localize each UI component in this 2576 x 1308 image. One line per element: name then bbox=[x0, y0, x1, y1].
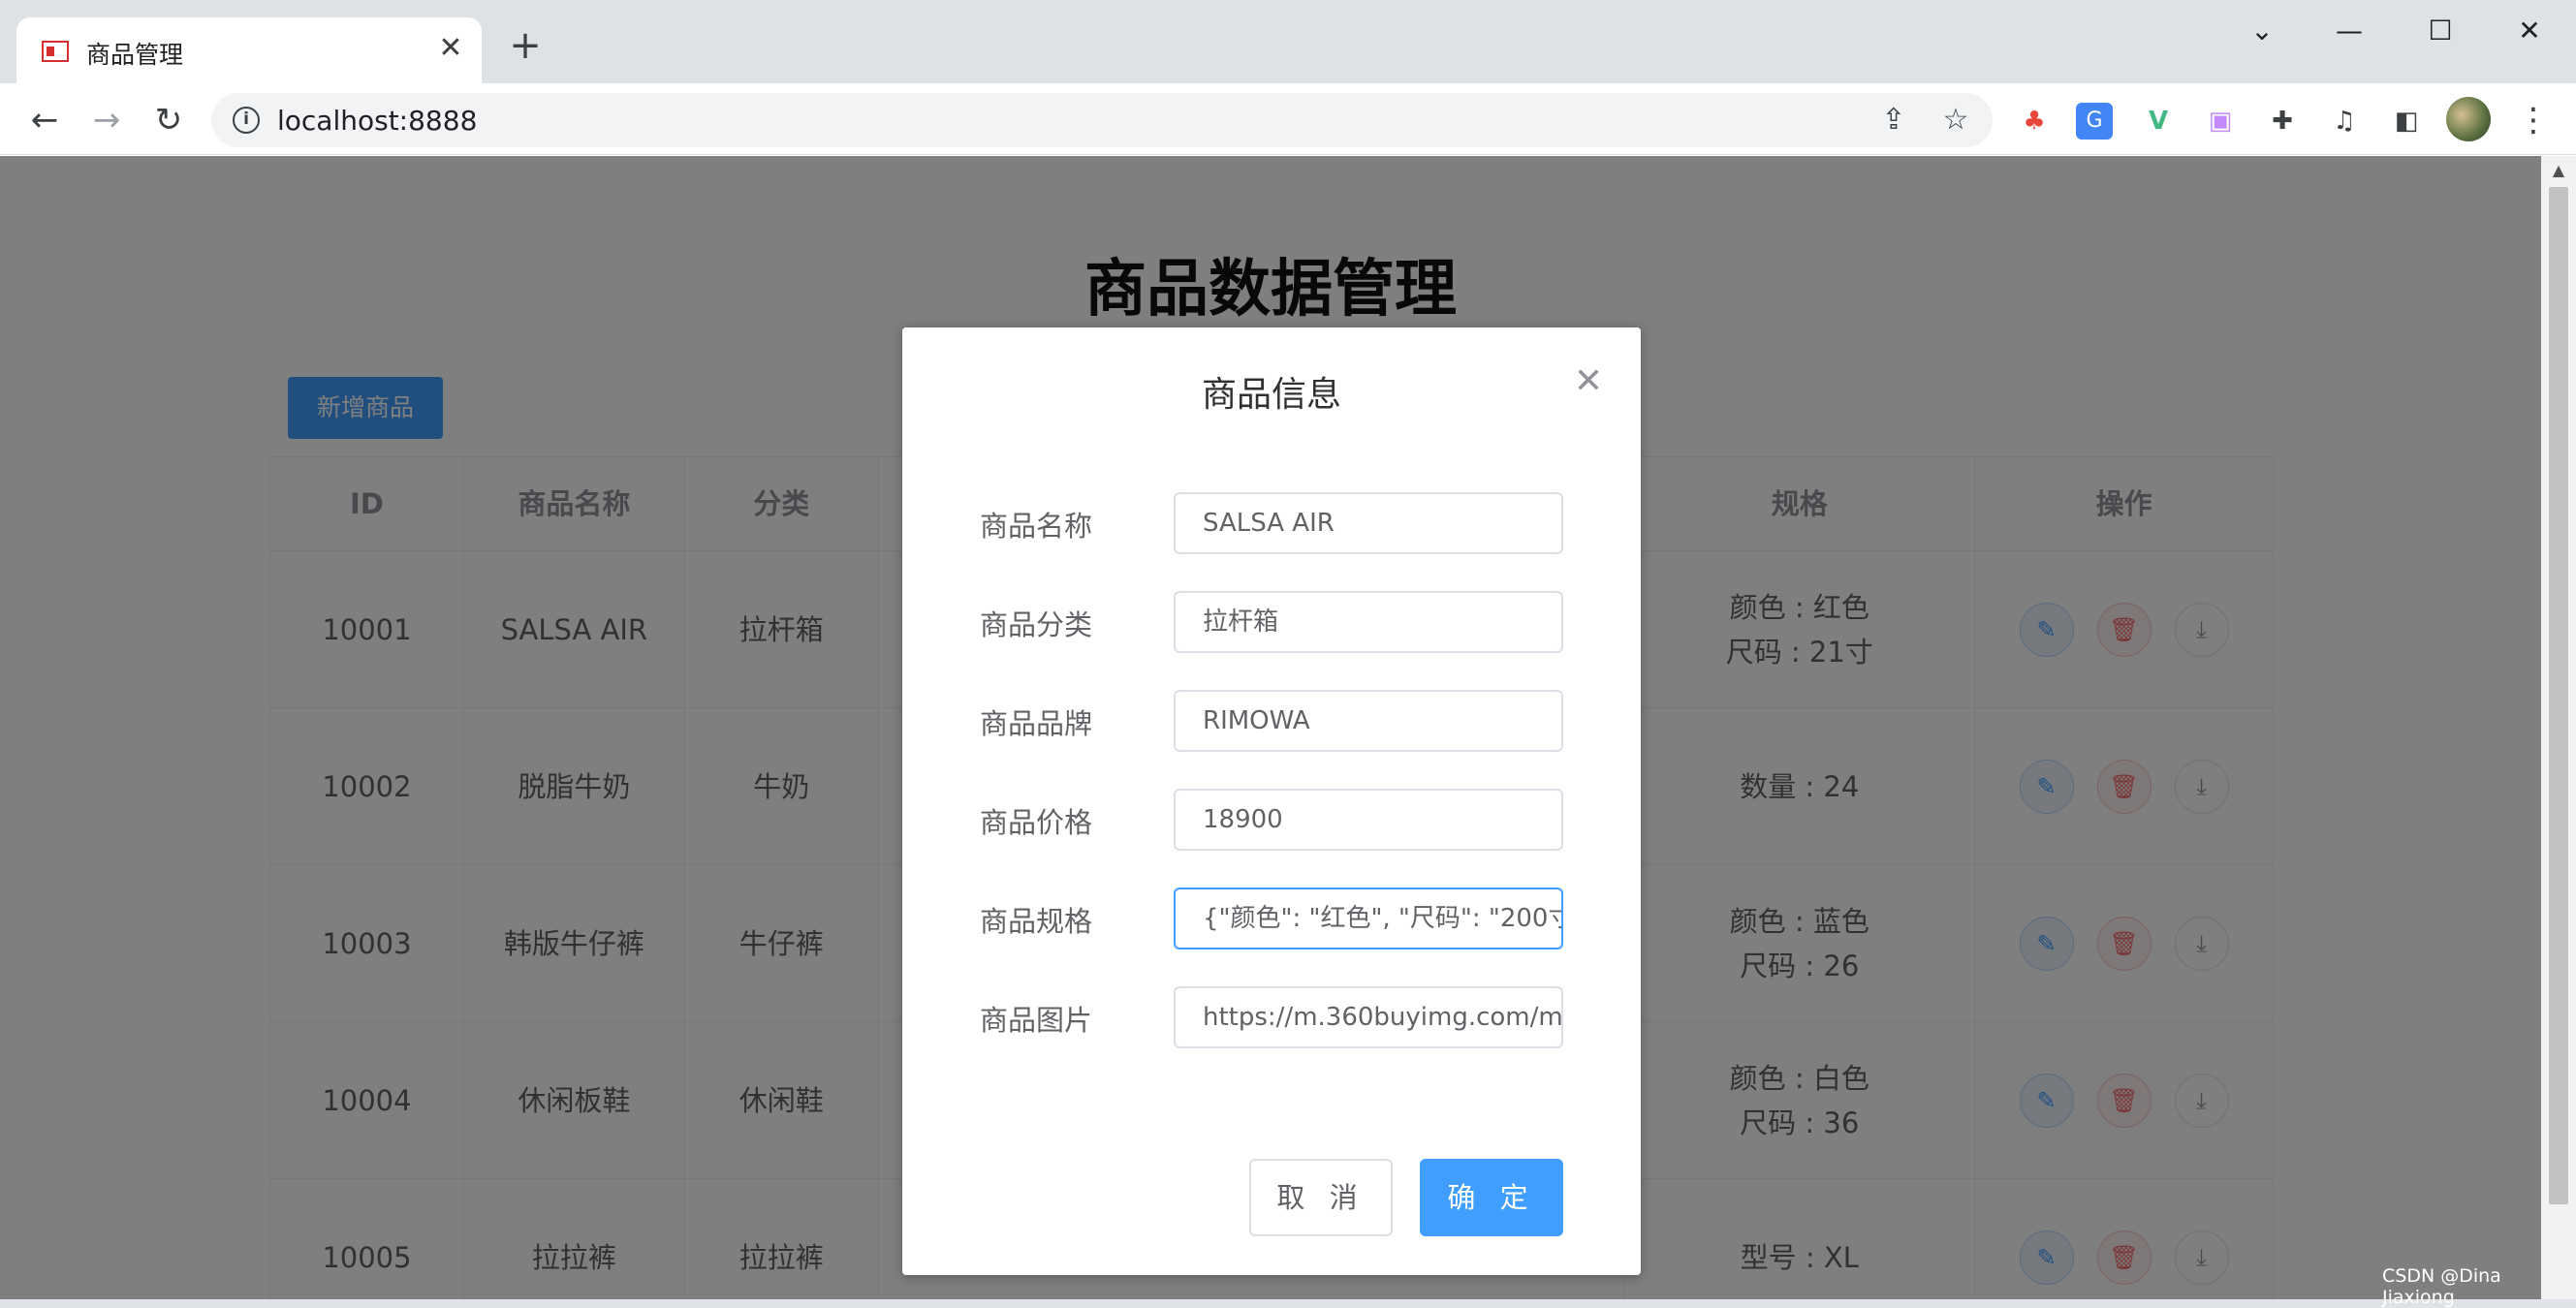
media-control-icon[interactable]: ♫ bbox=[2326, 103, 2363, 140]
product-category-input[interactable]: 拉杆箱 bbox=[1174, 591, 1563, 653]
reload-button[interactable]: ↻ bbox=[147, 99, 190, 141]
browser-menu-icon[interactable]: ⋮ bbox=[2516, 99, 2551, 141]
product-spec-input[interactable]: {"颜色": "红色", "尺码": "200寸 bbox=[1174, 888, 1563, 950]
form-row-spec: 商品规格 {"颜色": "红色", "尺码": "200寸 bbox=[902, 888, 1641, 951]
close-icon[interactable]: ✕ bbox=[1569, 362, 1608, 401]
google-translate-icon[interactable]: G bbox=[2076, 103, 2113, 140]
form-row-category: 商品分类 拉杆箱 bbox=[902, 591, 1641, 655]
scroll-thumb[interactable] bbox=[2549, 187, 2568, 1204]
form-label: 商品品牌 bbox=[980, 707, 1093, 740]
bookmark-star-icon[interactable]: ☆ bbox=[1938, 103, 1973, 138]
minimize-button[interactable]: — bbox=[2320, 12, 2378, 50]
profile-avatar[interactable] bbox=[2446, 97, 2491, 141]
tab-close-icon[interactable]: ✕ bbox=[433, 31, 468, 66]
browser-tab[interactable]: 商品管理 ✕ bbox=[16, 17, 482, 83]
form-row-price: 商品价格 18900 bbox=[902, 789, 1641, 853]
dialog-title: 商品信息 bbox=[1201, 375, 1341, 415]
close-window-button[interactable]: ✕ bbox=[2500, 12, 2559, 50]
back-button[interactable]: ← bbox=[23, 99, 66, 141]
product-info-dialog: 商品信息 ✕ 商品名称 SALSA AIR 商品分类 拉杆箱 商品品牌 RIMO… bbox=[902, 327, 1641, 1275]
product-name-input[interactable]: SALSA AIR bbox=[1174, 492, 1563, 554]
form-label: 商品规格 bbox=[980, 905, 1093, 938]
forward-button[interactable]: → bbox=[85, 99, 128, 141]
spec-input-text: {"颜色": "红色", "尺码": "200寸 bbox=[1203, 904, 1563, 933]
product-brand-input[interactable]: RIMOWA bbox=[1174, 690, 1563, 752]
site-info-icon[interactable]: i bbox=[233, 107, 260, 134]
browser-window: 商品管理 ✕ + ⌄ — ☐ ✕ ← → ↻ i localhost:8888 … bbox=[0, 0, 2576, 1308]
browser-toolbar: ← → ↻ i localhost:8888 ⇪ ☆ ♣ G V ▣ ✚ ♫ ◧… bbox=[0, 83, 2576, 155]
form-row-brand: 商品品牌 RIMOWA bbox=[902, 690, 1641, 754]
form-label: 商品价格 bbox=[980, 806, 1093, 839]
title-bar: 商品管理 ✕ + ⌄ — ☐ ✕ bbox=[0, 0, 2576, 83]
form-label: 商品分类 bbox=[980, 608, 1093, 641]
vue-devtools-icon[interactable]: V bbox=[2140, 103, 2177, 140]
tab-title: 商品管理 bbox=[86, 41, 184, 69]
tab-search-icon[interactable]: ⌄ bbox=[2233, 12, 2291, 50]
share-icon[interactable]: ⇪ bbox=[1876, 103, 1911, 138]
url-text[interactable]: localhost:8888 bbox=[277, 105, 477, 137]
form-row-name: 商品名称 SALSA AIR bbox=[902, 492, 1641, 556]
new-tab-button[interactable]: + bbox=[506, 26, 545, 66]
extensions-puzzle-icon[interactable]: ✚ bbox=[2264, 103, 2301, 140]
form-label: 商品名称 bbox=[980, 510, 1093, 543]
cancel-button[interactable]: 取 消 bbox=[1249, 1159, 1393, 1236]
scroll-up-icon[interactable]: ▲ bbox=[2541, 156, 2576, 185]
side-panel-icon[interactable]: ◧ bbox=[2388, 103, 2425, 140]
maximize-button[interactable]: ☐ bbox=[2411, 12, 2469, 50]
product-image-input[interactable]: https://m.360buyimg.com/mol bbox=[1174, 986, 1563, 1048]
extension-sitemap-icon[interactable]: ♣ bbox=[2016, 103, 2053, 140]
favicon-icon bbox=[42, 41, 69, 62]
address-bar[interactable]: i localhost:8888 ⇪ ☆ bbox=[211, 93, 1993, 147]
form-label: 商品图片 bbox=[980, 1004, 1093, 1037]
extension-download-icon[interactable]: ▣ bbox=[2202, 103, 2239, 140]
product-price-input[interactable]: 18900 bbox=[1174, 789, 1563, 851]
form-row-image: 商品图片 https://m.360buyimg.com/mol bbox=[902, 986, 1641, 1050]
watermark: CSDN @Dina Jiaxiong bbox=[2382, 1265, 2501, 1308]
confirm-button[interactable]: 确 定 bbox=[1420, 1159, 1563, 1236]
page-scrollbar[interactable]: ▲ bbox=[2541, 156, 2576, 1299]
